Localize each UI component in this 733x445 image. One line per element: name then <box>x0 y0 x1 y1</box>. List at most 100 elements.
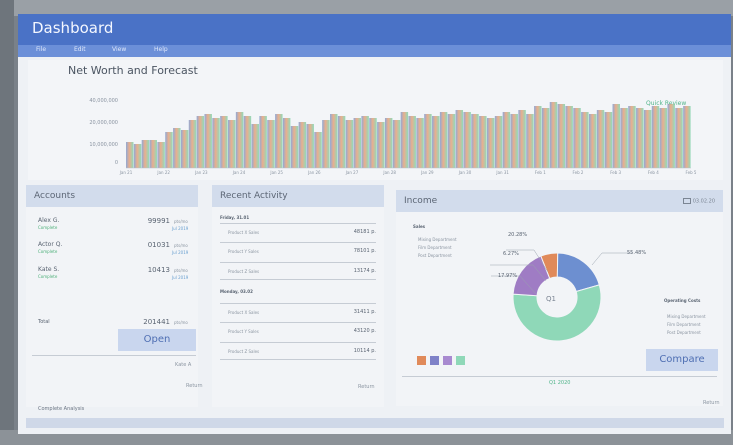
activity-row[interactable]: Product X Sales 48181 p. <box>220 223 376 240</box>
net-worth-bar <box>612 104 620 168</box>
net-worth-bar <box>557 104 566 168</box>
operating-cost-item: Film Department <box>667 322 701 327</box>
menu-item-file[interactable]: File <box>36 46 46 53</box>
net-worth-bar <box>667 104 675 168</box>
income-return-link[interactable]: Return <box>703 400 720 406</box>
activity-value: 10114 p. <box>353 348 376 354</box>
net-worth-bar <box>573 108 581 168</box>
donut-slice[interactable] <box>556 252 600 293</box>
net-worth-bar <box>157 142 165 168</box>
account-status: Complete <box>38 225 58 230</box>
account-name[interactable]: Actor Q. <box>38 241 62 248</box>
net-worth-bar <box>251 124 260 168</box>
net-worth-bar <box>196 116 205 168</box>
compare-button[interactable]: Compare <box>646 349 718 371</box>
account-name[interactable]: Alex G. <box>38 217 59 224</box>
income-divider <box>402 376 717 377</box>
open-button[interactable]: Open <box>118 329 196 351</box>
account-date: Jul 2019 <box>172 226 189 231</box>
net-worth-bar <box>659 108 668 168</box>
net-worth-bar <box>439 112 448 168</box>
x-tick-label: Feb 4 <box>647 170 659 175</box>
net-worth-bar <box>314 132 322 168</box>
net-worth-bar <box>549 102 558 168</box>
net-worth-bar <box>534 106 542 168</box>
account-amount: 10413 <box>147 266 170 274</box>
activity-group-date: Friday, 31.01 <box>220 215 250 220</box>
account-unit: pts/mo <box>174 243 188 248</box>
quarter-link[interactable]: Q1 2020 <box>549 380 570 386</box>
account-unit: pts/mo <box>174 268 188 273</box>
title-bar: Dashboard <box>18 14 731 45</box>
activity-label: Product Z Sales <box>228 349 260 354</box>
net-worth-bar <box>643 110 652 168</box>
menu-item-edit[interactable]: Edit <box>74 46 86 53</box>
dashboard-screen: Dashboard File Edit View Help Net Worth … <box>18 14 731 434</box>
net-worth-bar <box>204 114 212 168</box>
activity-value: 13174 p. <box>353 268 376 274</box>
activity-return-link[interactable]: Return <box>358 384 375 390</box>
activity-value: 43120 p. <box>353 328 376 334</box>
net-worth-bar <box>133 144 142 168</box>
menu-item-view[interactable]: View <box>112 46 126 53</box>
accounts-footer-link[interactable]: Kate A <box>175 362 191 368</box>
net-worth-bar <box>126 142 134 168</box>
activity-row[interactable]: Product Z Sales 13174 p. <box>220 262 376 280</box>
x-tick-label: Feb 5 <box>685 170 697 175</box>
x-tick-label: Jan 25 <box>270 170 283 175</box>
x-tick-label: Jan 31 <box>496 170 509 175</box>
net-worth-bar <box>220 116 228 168</box>
donut-center-label: Q1 <box>546 295 556 303</box>
accounts-divider <box>32 355 196 356</box>
leader-line <box>591 252 632 266</box>
footer-status-text: Complete Analysis <box>38 406 85 412</box>
x-tick-label: Jan 22 <box>157 170 170 175</box>
activity-label: Product Y Sales <box>228 329 259 334</box>
accounts-return-link[interactable]: Return <box>186 383 203 389</box>
operating-cost-item: Post Department <box>667 330 701 335</box>
net-worth-bar <box>212 118 220 168</box>
recent-activity-card: Recent Activity Friday, 31.01 Product X … <box>212 185 384 407</box>
net-worth-bar <box>392 120 401 168</box>
net-worth-bar <box>541 108 550 168</box>
activity-header: Recent Activity <box>212 185 384 207</box>
activity-row[interactable]: Product X Sales 31411 p. <box>220 303 376 320</box>
activity-title: Recent Activity <box>220 191 288 201</box>
net-worth-bar <box>267 120 275 168</box>
x-tick-label: Jan 21 <box>119 170 133 175</box>
net-worth-bar <box>518 110 526 168</box>
x-tick-label: Jan 30 <box>458 170 472 175</box>
operating-cost-item: Mixing Department <box>667 314 706 319</box>
activity-row[interactable]: Product Y Sales 78101 p. <box>220 242 376 259</box>
activity-row[interactable]: Product Y Sales 43120 p. <box>220 322 376 339</box>
account-name[interactable]: Kate S. <box>38 266 59 273</box>
net-worth-bar <box>596 110 605 168</box>
net-worth-bar <box>675 108 683 168</box>
operating-costs-title: Operating Costs <box>664 298 701 303</box>
activity-value: 78101 p. <box>353 248 376 254</box>
x-tick-label: Feb 1 <box>534 170 546 175</box>
net-worth-bar <box>479 116 487 168</box>
accounts-title: Accounts <box>34 191 76 201</box>
x-tick-label: Feb 3 <box>610 170 622 175</box>
net-worth-title: Net Worth and Forecast <box>68 64 198 77</box>
monitor-bezel-left <box>0 0 14 445</box>
activity-row[interactable]: Product Z Sales 10114 p. <box>220 342 376 360</box>
net-worth-bar <box>408 116 416 168</box>
legend-swatch <box>430 356 439 365</box>
net-worth-bar <box>494 116 503 168</box>
net-worth-bar-chart <box>126 102 691 169</box>
net-worth-bar <box>345 120 354 168</box>
net-worth-bar <box>180 130 189 168</box>
accounts-card: Accounts Alex G. Complete 99991 pts/mo J… <box>26 185 203 407</box>
x-tick-label: Jan 27 <box>345 170 359 175</box>
net-worth-bar <box>149 140 157 168</box>
net-worth-bar <box>298 122 307 168</box>
legend-swatch <box>443 356 452 365</box>
total-unit: pts/mo <box>174 320 188 325</box>
net-worth-bar <box>588 114 597 168</box>
net-worth-bar <box>322 120 330 168</box>
net-worth-bar <box>384 118 393 168</box>
menu-item-help[interactable]: Help <box>154 46 168 53</box>
net-worth-bar <box>510 114 518 168</box>
